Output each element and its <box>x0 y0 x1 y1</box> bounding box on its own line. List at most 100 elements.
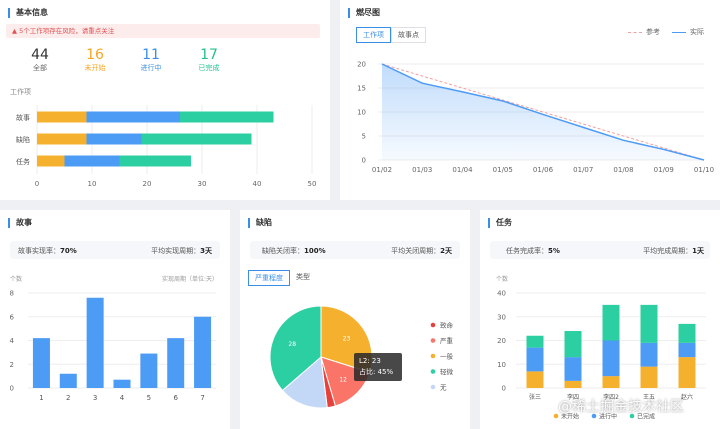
x-tick-label: 40 <box>253 180 262 188</box>
bar <box>140 353 158 388</box>
story-panel: 故事 故事实现率：70% 平均实现周期：3天 个数 实现周期（单位:天） 024… <box>0 210 230 429</box>
legend-label: 一般 <box>440 352 454 361</box>
y-tick-label: 20 <box>497 337 506 345</box>
x-tick-label: 5 <box>147 394 151 402</box>
x-tick-label: 7 <box>200 394 204 402</box>
y-tick-label: 8 <box>10 290 14 298</box>
x-tick-label: 01/07 <box>573 166 593 174</box>
x-tick-label: 01/04 <box>452 166 473 174</box>
y-tick-label: 20 <box>357 61 366 69</box>
bar <box>59 373 77 388</box>
x-tick-label: 6 <box>173 394 178 402</box>
x-tick-label: 20 <box>143 180 152 188</box>
bar-segment <box>37 111 87 123</box>
x-tick-label: 01/03 <box>412 166 432 174</box>
story-y-caption: 个数 <box>10 275 22 283</box>
x-tick-label: 01/08 <box>613 166 633 174</box>
bar-segment <box>678 357 696 388</box>
bar-segment <box>564 357 582 381</box>
pie-tooltip-line1: L2: 23 <box>359 357 381 365</box>
y-tick-label: 10 <box>497 361 506 369</box>
legend-dot-icon <box>430 369 436 374</box>
pie-slice-label: 23 <box>343 335 351 342</box>
bar-segment <box>602 340 620 377</box>
x-tick-label: 4 <box>120 394 125 402</box>
story-cycle-chart: 个数 实现周期（单位:天） 0 2 4 6 8 1 2 3 4 5 6 7 <box>10 275 218 402</box>
x-tick-label: 01/06 <box>533 166 554 174</box>
legend-label: 致命 <box>440 321 454 330</box>
pie-tooltip: L2: 23 占比: 45% <box>354 353 402 381</box>
task-y-caption: 个数 <box>496 275 508 283</box>
task-panel: 任务 任务完成率：5% 平均完成周期：1天 个数 0 10 20 30 40 张三 李四 李四… <box>480 210 720 429</box>
burndown-panel: 燃尽图 工作项 故事点 参考 实际 0 5 10 15 20 01/02 01/03 01/0… <box>340 0 720 200</box>
bar-segment <box>526 335 544 348</box>
bar <box>32 338 50 388</box>
bar <box>167 338 185 388</box>
y-tick-label: 40 <box>497 290 506 298</box>
x-tick-label: 50 <box>308 180 317 188</box>
x-tick-label: 3 <box>93 394 97 402</box>
bar-segment <box>640 304 658 343</box>
x-tick-label: 30 <box>198 180 207 188</box>
legend-label: 轻微 <box>440 367 454 376</box>
bar-segment <box>640 366 658 388</box>
x-tick-label: 10 <box>88 180 97 188</box>
y-tick-label: 故事 <box>16 113 30 122</box>
workitem-chart-ylabel: 工作项 <box>10 87 31 96</box>
x-tick-label: 01/10 <box>694 166 714 174</box>
legend-dot-icon <box>430 338 436 343</box>
x-tick-label: 0 <box>35 180 39 188</box>
bar-segment <box>86 133 142 145</box>
bar <box>113 379 131 388</box>
bar-segment <box>602 304 620 341</box>
legend-dot-icon <box>430 322 436 328</box>
legend-label: 无 <box>440 384 447 392</box>
bar-segment <box>564 331 582 358</box>
watermark: @稀土掘金技术社区 <box>558 399 684 415</box>
bar-segment <box>37 155 65 167</box>
bar-segment <box>602 376 620 388</box>
defect-panel: 缺陷 缺陷关闭率：100% 平均关闭周期：2天 严重程度 类型 23 12 28 致… <box>240 210 470 429</box>
bar-segment <box>37 133 87 145</box>
x-tick-label: 01/02 <box>372 166 392 174</box>
bar-segment <box>64 155 120 167</box>
workitem-bar-chart: 工作项 0 10 20 30 40 50 故事缺陷任务 <box>10 87 317 188</box>
x-tick-label: 01/05 <box>493 166 513 174</box>
bar-segment <box>564 380 582 388</box>
bar <box>194 316 212 388</box>
y-tick-label: 0 <box>502 385 506 393</box>
y-tick-label: 缺陷 <box>16 135 30 144</box>
bar-segment <box>141 133 252 145</box>
story-right-caption: 实现周期（单位:天） <box>162 275 218 283</box>
bar-segment <box>678 342 696 358</box>
legend-dot-icon <box>430 384 436 390</box>
y-tick-label: 30 <box>497 313 506 321</box>
y-tick-label: 2 <box>10 361 14 369</box>
pie-slice-label: 12 <box>339 377 347 384</box>
y-tick-label: 0 <box>362 157 366 165</box>
defect-pie-chart: 23 12 28 致命严重一般轻微无 <box>269 305 454 409</box>
bar-segment <box>526 347 544 372</box>
y-tick-label: 0 <box>10 385 14 393</box>
y-tick-label: 任务 <box>16 157 30 166</box>
y-tick-label: 6 <box>10 313 15 321</box>
bar-segment <box>526 371 544 388</box>
legend-label: 严重 <box>440 337 454 345</box>
x-tick-label: 1 <box>39 394 43 402</box>
bar-segment <box>119 155 191 167</box>
x-tick-label: 张三 <box>529 393 541 401</box>
bar-segment <box>86 111 180 123</box>
bar-segment <box>678 323 696 343</box>
bar-segment <box>640 342 658 367</box>
y-tick-label: 5 <box>362 133 366 141</box>
bar-segment <box>180 111 274 123</box>
basic-info-panel: 基本信息 ▲ 5个工作项存在风险，请重点关注 44 全部 16 未开始 11 进… <box>0 0 330 200</box>
y-tick-label: 10 <box>357 109 366 117</box>
burndown-chart: 0 5 10 15 20 01/02 01/03 01/04 01/05 01/06 01/07 01… <box>357 61 714 175</box>
y-tick-label: 4 <box>10 337 15 345</box>
x-tick-label: 2 <box>66 394 70 402</box>
pie-tooltip-line2: 占比: 45% <box>359 368 394 376</box>
bar <box>86 297 104 388</box>
x-tick-label: 01/09 <box>654 166 674 174</box>
legend-dot-icon <box>430 353 436 359</box>
